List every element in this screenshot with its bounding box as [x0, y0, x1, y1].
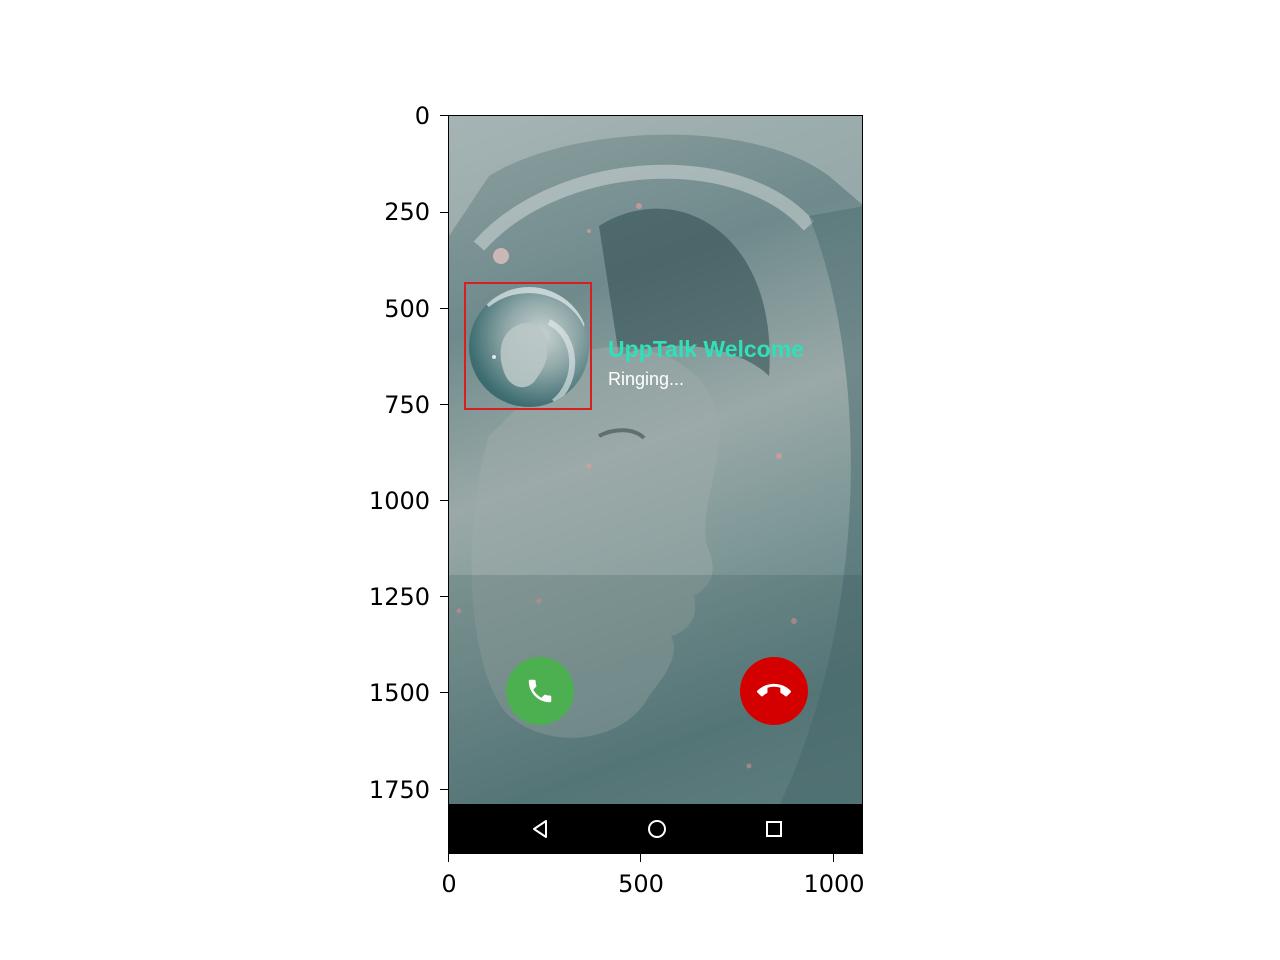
y-tick-label: 1500 [368, 679, 430, 707]
nav-home-button[interactable] [644, 816, 670, 842]
incoming-call-screen: UppTalk Welcome Ringing... [448, 115, 863, 854]
x-tick-label: 500 [618, 870, 664, 898]
nav-back-button[interactable] [527, 816, 553, 842]
y-tick-label: 250 [384, 198, 430, 226]
navigation-bar [449, 804, 862, 853]
x-tick-label: 1000 [803, 870, 865, 898]
back-triangle-icon [533, 820, 547, 838]
accept-call-button[interactable] [506, 657, 574, 725]
decline-call-button[interactable] [740, 657, 808, 725]
phone-icon [528, 679, 552, 703]
recents-square-icon [766, 821, 782, 837]
y-tick-label: 1750 [368, 776, 430, 804]
y-tick-label: 1250 [368, 583, 430, 611]
y-tick-label: 1000 [368, 487, 430, 515]
x-tick-label: 0 [441, 870, 457, 898]
caller-avatar [469, 287, 589, 407]
nav-recents-button[interactable] [761, 816, 787, 842]
y-tick-label: 750 [384, 391, 430, 419]
caller-name: UppTalk Welcome [608, 336, 804, 362]
caller-avatar-highlight [464, 282, 592, 410]
hang-up-icon [757, 683, 791, 697]
avatar-image [469, 287, 589, 405]
y-tick-label: 0 [414, 102, 430, 130]
call-status: Ringing... [608, 369, 685, 389]
home-circle-icon [648, 820, 666, 838]
y-tick-label: 500 [384, 295, 430, 323]
